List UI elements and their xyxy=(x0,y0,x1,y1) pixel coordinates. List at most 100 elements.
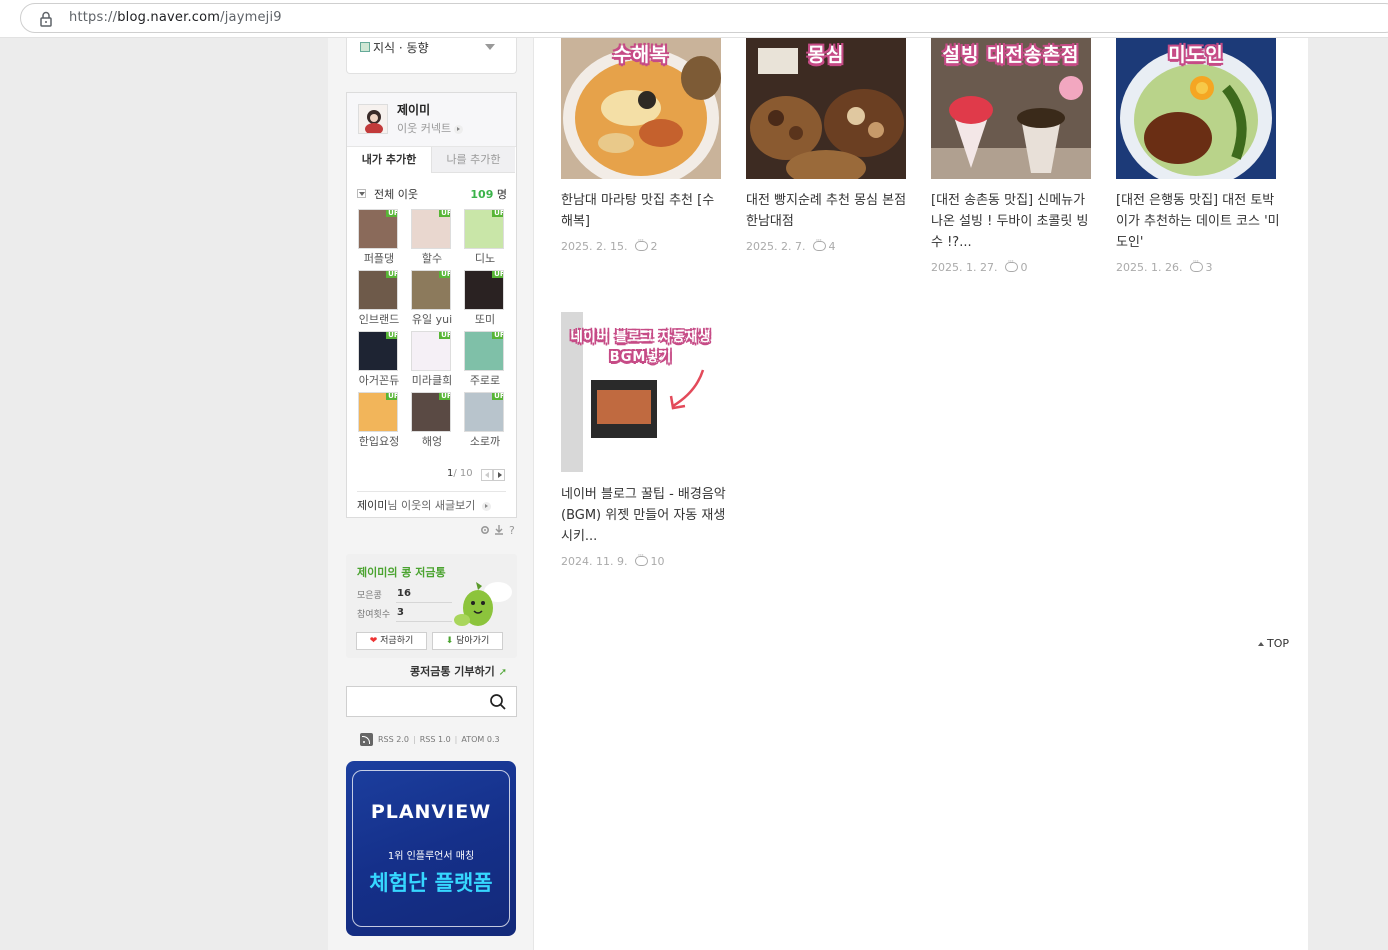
neighbor-thumbnail[interactable]: UP xyxy=(411,270,451,310)
divider xyxy=(357,491,506,492)
post-title[interactable]: 대전 빵지순례 추천 몽심 본점 한남대점 xyxy=(746,190,911,232)
arrow-right-icon xyxy=(481,501,491,511)
neighbor-name[interactable]: 해엉 xyxy=(408,433,456,449)
save-bean-button[interactable]: ❤ 저금하기 xyxy=(356,632,427,650)
neighbor-thumbnail[interactable]: UP xyxy=(464,392,504,432)
url-text: https://blog.naver.com/jaymeji9 xyxy=(69,10,282,25)
comment-count[interactable]: 2 xyxy=(650,240,657,253)
post-thumbnail[interactable]: 네이버 블로그 자동재생 BGM넣기 xyxy=(561,312,721,472)
update-badge: UP xyxy=(439,271,450,278)
neighbor-name[interactable]: 퍼플댕 xyxy=(355,250,403,266)
neighbor-name[interactable]: 한입요정 xyxy=(355,433,403,449)
post-title[interactable]: [대전 은행동 맛집] 대전 토박이가 추천하는 데이트 코스 '미도인' xyxy=(1116,190,1281,253)
update-badge: UP xyxy=(439,210,450,217)
neighbor-name[interactable]: 디노 xyxy=(461,250,509,266)
post-title[interactable]: 네이버 블로그 꿀팁 - 배경음악(BGM) 위젯 만들어 자동 재생 시키..… xyxy=(561,484,726,547)
post-date: 2024. 11. 9. xyxy=(561,555,628,568)
comment-count[interactable]: 10 xyxy=(650,555,664,568)
neighbor-feed-link[interactable]: 제이미님 이웃의 새글보기 xyxy=(357,497,491,513)
bean-collected: 모은콩 16 xyxy=(357,588,411,601)
comment-count[interactable]: 3 xyxy=(1205,261,1212,274)
take-bean-button[interactable]: ⬇ 담아가기 xyxy=(432,632,503,650)
dropdown-toggle-icon[interactable] xyxy=(357,189,366,198)
neighbor-item[interactable]: UP 퍼플댕 xyxy=(357,209,403,269)
download-icon[interactable] xyxy=(495,525,503,535)
atom-link[interactable]: ATOM 0.3 xyxy=(461,735,499,744)
neighbor-name[interactable]: 또미 xyxy=(461,311,509,327)
post-thumbnail-badge: 설빙 대전송촌점 xyxy=(942,44,1080,66)
tab-added-me[interactable]: 나를 추가한 xyxy=(431,147,515,173)
category-dropdown[interactable]: 지식 · 동향 xyxy=(346,38,517,74)
comment-icon xyxy=(1005,257,1019,272)
comment-count[interactable]: 4 xyxy=(828,240,835,253)
donate-bean-link[interactable]: 콩저금통 기부하기 ➚ xyxy=(410,663,507,679)
tab-added-by-me[interactable]: 내가 추가한 xyxy=(347,147,431,173)
neighbor-item[interactable]: UP 유일 yui xyxy=(410,270,456,330)
neighbor-item[interactable]: UP 할수 xyxy=(410,209,456,269)
neighbor-item[interactable]: UP 아거꼰듀 xyxy=(357,331,403,391)
feed-links: RSS 2.0 | RSS 1.0 | ATOM 0.3 xyxy=(360,733,500,746)
search-input[interactable] xyxy=(353,692,483,712)
neighbor-name[interactable]: 유일 yui xyxy=(408,311,456,327)
neighbor-thumbnail[interactable]: UP xyxy=(464,331,504,371)
bean-piggybank-widget: 제이미의 콩 저금통 모은콩 16 참여횟수 3 ❤ 저금하기 ⬇ 담아가기 xyxy=(346,554,517,658)
neighbor-name[interactable]: 미라클희 xyxy=(408,372,456,388)
neighbor-name[interactable]: 소로까 xyxy=(461,433,509,449)
url-field[interactable]: https://blog.naver.com/jaymeji9 xyxy=(20,3,1388,33)
ad-brand: PLANVIEW xyxy=(370,801,492,823)
comment-icon xyxy=(635,551,649,566)
rss-icon xyxy=(360,733,373,746)
neighbor-item[interactable]: UP 미라클희 xyxy=(410,331,456,391)
neighbor-thumbnail[interactable]: UP xyxy=(464,209,504,249)
next-page-button[interactable] xyxy=(493,469,505,481)
category-label: 지식 · 동향 xyxy=(373,41,429,55)
post-thumbnail[interactable]: 몽심 xyxy=(746,38,906,179)
neighbor-name[interactable]: 할수 xyxy=(408,250,456,266)
post-thumbnail-badge: 네이버 블로그 자동재생 BGM넣기 xyxy=(570,330,712,365)
neighbor-item[interactable]: UP 인브랜드 xyxy=(357,270,403,330)
post-meta: 2025. 2. 15. 2 xyxy=(561,236,657,253)
neighbor-name[interactable]: 주로로 xyxy=(461,372,509,388)
ad-banner[interactable]: PLANVIEW 1위 인플루언서 매칭 체험단 플랫폼 xyxy=(346,761,516,936)
neighbor-thumbnail[interactable]: UP xyxy=(358,331,398,371)
prev-page-button[interactable] xyxy=(481,469,493,481)
neighbor-item[interactable]: UP 소로까 xyxy=(463,392,509,452)
neighbor-thumbnail[interactable]: UP xyxy=(411,209,451,249)
download-icon: ⬇ xyxy=(445,636,454,646)
neighbor-thumbnail[interactable]: UP xyxy=(411,331,451,371)
neighbor-thumbnail[interactable]: UP xyxy=(411,392,451,432)
post-thumbnail[interactable]: 수해복 xyxy=(561,38,721,179)
neighbor-item[interactable]: UP 한입요정 xyxy=(357,392,403,452)
search-icon[interactable] xyxy=(489,693,507,711)
bean-widget-title: 제이미의 콩 저금통 xyxy=(357,566,446,579)
comment-icon xyxy=(635,236,649,251)
neighbor-thumbnail[interactable]: UP xyxy=(358,392,398,432)
neighbor-thumbnail[interactable]: UP xyxy=(358,270,398,310)
neighbor-name[interactable]: 인브랜드 xyxy=(355,311,403,327)
neighbor-item[interactable]: UP 디노 xyxy=(463,209,509,269)
post-thumbnail[interactable]: 미도인 xyxy=(1116,38,1276,179)
neighbor-item[interactable]: UP 또미 xyxy=(463,270,509,330)
rss2-link[interactable]: RSS 2.0 xyxy=(378,735,409,744)
avatar[interactable] xyxy=(358,104,388,134)
post-title[interactable]: 한남대 마라탕 맛집 추천 [수해복] xyxy=(561,190,726,232)
chevron-down-icon[interactable] xyxy=(485,44,495,50)
rss1-link[interactable]: RSS 1.0 xyxy=(420,735,451,744)
scroll-top-link[interactable]: TOP xyxy=(1258,637,1289,650)
comment-count[interactable]: 0 xyxy=(1020,261,1027,274)
post-title[interactable]: [대전 송촌동 맛집] 신메뉴가 나온 설빙 ! 두바이 초콜릿 빙수 !?..… xyxy=(931,190,1096,253)
blog-owner-name[interactable]: 제이미 xyxy=(397,101,430,118)
post-thumbnail[interactable]: 설빙 대전송촌점 xyxy=(931,38,1091,179)
all-neighbors-row[interactable]: 전체 이웃 109 명 xyxy=(357,186,507,202)
neighbor-name[interactable]: 아거꼰듀 xyxy=(355,372,403,388)
post-meta: 2025. 1. 26. 3 xyxy=(1116,257,1212,274)
neighbor-item[interactable]: UP 해엉 xyxy=(410,392,456,452)
neighbor-item[interactable]: UP 주로로 xyxy=(463,331,509,391)
neighbor-thumbnail[interactable]: UP xyxy=(464,270,504,310)
gear-icon[interactable] xyxy=(480,525,490,535)
neighbor-connect-link[interactable]: 이웃 커넥트 xyxy=(397,120,464,136)
help-icon[interactable]: ? xyxy=(509,524,517,537)
all-neighbors-label: 전체 이웃 xyxy=(374,188,418,201)
neighbor-thumbnail[interactable]: UP xyxy=(358,209,398,249)
bean-mascot-icon xyxy=(454,582,512,626)
